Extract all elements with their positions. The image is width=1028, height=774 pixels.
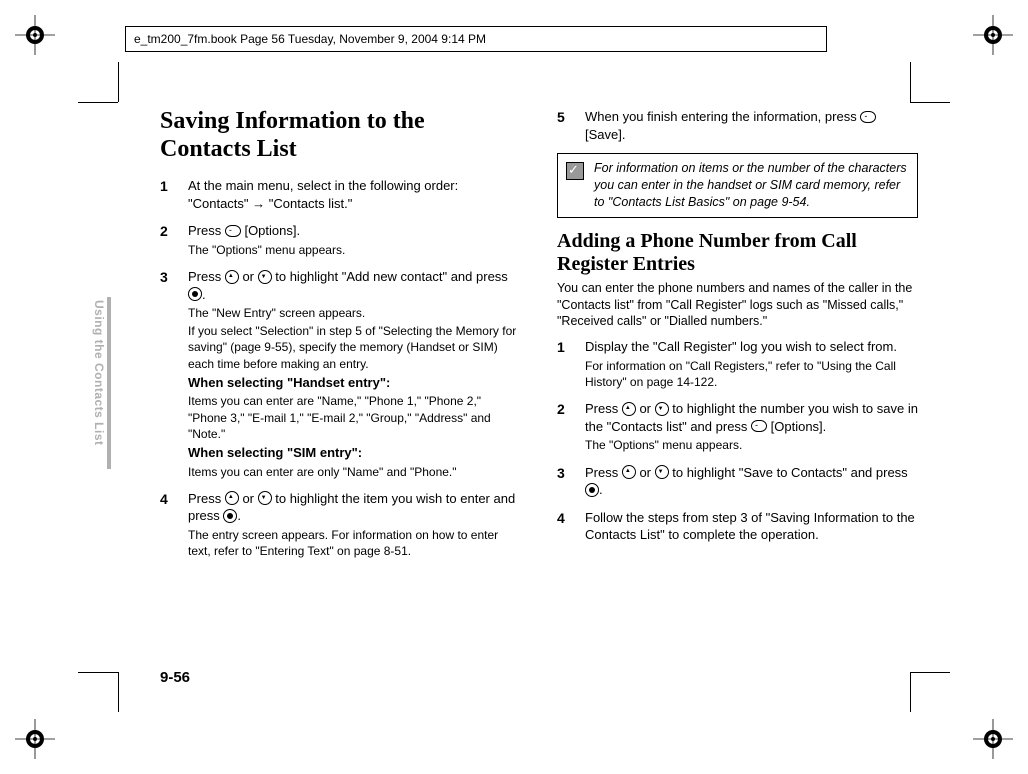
note-box: For information on items or the number o…	[557, 153, 918, 218]
nav-up-icon	[622, 402, 636, 416]
text: .	[599, 482, 603, 497]
center-key-icon	[223, 509, 237, 523]
step-note: For information on "Call Registers," ref…	[585, 358, 918, 390]
subsection-title: Adding a Phone Number from Call Register…	[557, 230, 918, 276]
crop-mark-icon	[78, 62, 118, 102]
softkey-icon	[860, 111, 876, 123]
registration-mark-icon	[15, 719, 55, 759]
text: Display the "Call Register" log you wish…	[585, 339, 897, 354]
step-number: 1	[557, 338, 585, 390]
side-section-bar	[107, 297, 111, 469]
center-key-icon	[188, 287, 202, 301]
step-number: 4	[557, 509, 585, 544]
step-body: Follow the steps from step 3 of "Saving …	[585, 509, 918, 544]
intro-text: You can enter the phone numbers and name…	[557, 280, 918, 331]
step-body: Press [Options]. The "Options" menu appe…	[188, 222, 521, 258]
step-subhead: When selecting "SIM entry":	[188, 444, 521, 462]
left-column: Saving Information to the Contacts List …	[128, 108, 539, 690]
text: Press	[585, 465, 622, 480]
step-body: When you finish entering the information…	[585, 108, 918, 143]
text: [Save].	[585, 127, 625, 142]
step-4: 4 Press or to highlight the item you wis…	[160, 490, 521, 559]
text: Press	[188, 223, 225, 238]
step-note: Items you can enter are "Name," "Phone 1…	[188, 393, 521, 442]
text: When you finish entering the information…	[585, 109, 860, 124]
page-body: Saving Information to the Contacts List …	[128, 108, 924, 690]
registration-mark-icon	[15, 15, 55, 55]
nav-up-icon	[225, 491, 239, 505]
side-section-label: Using the Contacts List	[91, 300, 107, 446]
nav-up-icon	[622, 465, 636, 479]
step-number: 2	[160, 222, 188, 258]
softkey-icon	[751, 420, 767, 432]
step-note: The "New Entry" screen appears.	[188, 305, 521, 321]
nav-down-icon	[655, 465, 669, 479]
step-number: 2	[557, 400, 585, 453]
text: [Options].	[767, 419, 826, 434]
text: Press	[188, 491, 225, 506]
step-number: 3	[557, 464, 585, 499]
step-note: The "Options" menu appears.	[188, 242, 521, 258]
registration-mark-icon	[973, 719, 1013, 759]
checkmark-icon	[566, 162, 584, 180]
step-number: 4	[160, 490, 188, 559]
right-column: 5 When you finish entering the informati…	[539, 108, 924, 690]
crop-mark-icon	[78, 672, 118, 712]
center-key-icon	[585, 483, 599, 497]
text: or	[636, 465, 655, 480]
registration-mark-icon	[973, 15, 1013, 55]
softkey-icon	[225, 225, 241, 237]
step-1: 1 At the main menu, select in the follow…	[160, 177, 521, 212]
text: or	[636, 401, 655, 416]
text: .	[237, 508, 241, 523]
step-subhead: When selecting "Handset entry":	[188, 374, 521, 392]
r-step-1: 1 Display the "Call Register" log you wi…	[557, 338, 918, 390]
text: Press	[585, 401, 622, 416]
page-header: e_tm200_7fm.book Page 56 Tuesday, Novemb…	[125, 26, 827, 52]
nav-up-icon	[225, 270, 239, 284]
r-step-2: 2 Press or to highlight the number you w…	[557, 400, 918, 453]
step-2: 2 Press [Options]. The "Options" menu ap…	[160, 222, 521, 258]
text: .	[202, 287, 206, 302]
step-number: 1	[160, 177, 188, 212]
nav-down-icon	[655, 402, 669, 416]
note-text: For information on items or the number o…	[594, 160, 909, 211]
step-body: Press or to highlight "Add new contact" …	[188, 268, 521, 480]
step-3: 3 Press or to highlight "Add new contact…	[160, 268, 521, 480]
step-note: The "Options" menu appears.	[585, 437, 918, 453]
step-body: At the main menu, select in the followin…	[188, 177, 521, 212]
step-note: If you select "Selection" in step 5 of "…	[188, 323, 521, 372]
step-note: Items you can enter are only "Name" and …	[188, 464, 521, 480]
text: to highlight "Add new contact" and press	[272, 269, 508, 284]
step-body: Display the "Call Register" log you wish…	[585, 338, 918, 390]
text: or	[239, 269, 258, 284]
step-body: Press or to highlight the item you wish …	[188, 490, 521, 559]
r-step-3: 3 Press or to highlight "Save to Contact…	[557, 464, 918, 499]
text: or	[239, 491, 258, 506]
step-body: Press or to highlight "Save to Contacts"…	[585, 464, 918, 499]
step-note: The entry screen appears. For informatio…	[188, 527, 521, 559]
step-number: 3	[160, 268, 188, 480]
nav-down-icon	[258, 491, 272, 505]
step-body: Press or to highlight the number you wis…	[585, 400, 918, 453]
section-title: Saving Information to the Contacts List	[160, 108, 521, 163]
text: to highlight "Save to Contacts" and pres…	[669, 465, 908, 480]
r-step-4: 4 Follow the steps from step 3 of "Savin…	[557, 509, 918, 544]
step-number: 5	[557, 108, 585, 143]
text: [Options].	[241, 223, 300, 238]
text: Press	[188, 269, 225, 284]
step-5: 5 When you finish entering the informati…	[557, 108, 918, 143]
page-number: 9-56	[160, 668, 190, 688]
nav-down-icon	[258, 270, 272, 284]
crop-mark-icon	[910, 62, 950, 102]
